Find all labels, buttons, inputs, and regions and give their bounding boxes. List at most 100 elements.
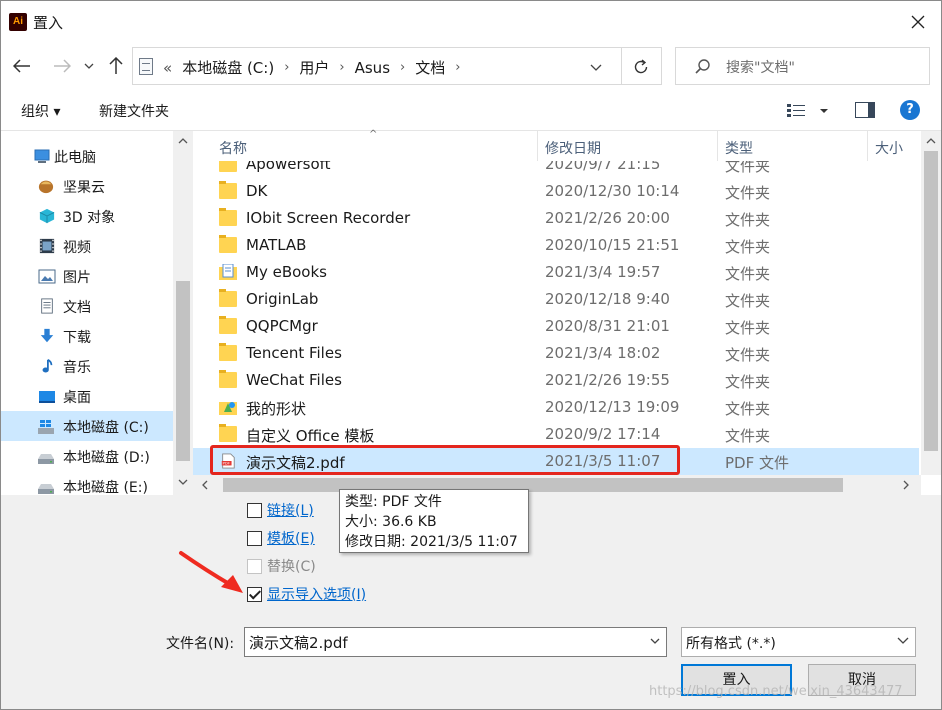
- file-list-horizontal-scrollbar[interactable]: [193, 475, 921, 495]
- nav-item-downloads[interactable]: 下载: [1, 321, 173, 351]
- nav-item-desktop[interactable]: 桌面: [1, 381, 173, 411]
- show-import-options[interactable]: 显示导入选项(I): [247, 585, 366, 603]
- chevron-right-icon[interactable]: ›: [284, 60, 289, 75]
- file-list-vertical-scrollbar[interactable]: [921, 131, 941, 475]
- search-input[interactable]: 搜索"文档": [726, 57, 795, 77]
- folder-icon: [219, 370, 237, 388]
- recent-locations-button[interactable]: [81, 55, 97, 77]
- link-checkbox[interactable]: [247, 502, 262, 518]
- folder-icon: [219, 289, 237, 307]
- folder-icon: [219, 316, 237, 334]
- arrow-up-icon: [109, 57, 123, 74]
- file-type: 文件夹: [725, 211, 771, 229]
- breadcrumb-item[interactable]: 用户: [299, 57, 329, 78]
- column-header-size[interactable]: 大小: [875, 138, 903, 158]
- table-row[interactable]: My eBooks 2021/3/4 19:57 文件夹: [193, 259, 919, 286]
- link-label[interactable]: 链接(L): [267, 500, 314, 520]
- column-divider[interactable]: [867, 131, 868, 161]
- horizontal-scrollbar-thumb[interactable]: [223, 478, 843, 492]
- help-button[interactable]: ?: [900, 100, 920, 120]
- address-bar[interactable]: « 本地磁盘 (C:) › 用户 › Asus › 文档 ›: [132, 47, 662, 85]
- table-row[interactable]: MATLAB 2020/10/15 21:51 文件夹: [193, 232, 919, 259]
- nav-label: 文档: [63, 300, 91, 316]
- back-button[interactable]: [11, 55, 33, 77]
- nav-item-documents[interactable]: 文档: [1, 291, 173, 321]
- nav-label: 坚果云: [63, 180, 105, 196]
- show-import-options-label[interactable]: 显示导入选项(I): [267, 584, 366, 604]
- refresh-button[interactable]: [629, 55, 653, 79]
- refresh-icon: [634, 59, 648, 74]
- nav-item-drive-e[interactable]: 本地磁盘 (E:): [1, 471, 173, 495]
- breadcrumb-item[interactable]: Asus: [355, 59, 390, 77]
- chevron-right-icon: [903, 480, 909, 490]
- file-type: 文件夹: [725, 238, 771, 256]
- nav-item-videos[interactable]: 视频: [1, 231, 173, 261]
- close-button[interactable]: [895, 1, 941, 43]
- table-row[interactable]: Apowersoft 2020/9/7 21:15 文件夹: [193, 161, 919, 178]
- template-option[interactable]: 模板(E): [247, 529, 315, 547]
- chevron-up-icon: [178, 138, 188, 144]
- nav-scrollbar[interactable]: [173, 131, 193, 495]
- forward-button[interactable]: [51, 55, 73, 77]
- nav-item-this-pc[interactable]: 此电脑: [1, 141, 173, 171]
- chevron-down-icon[interactable]: [648, 634, 662, 648]
- column-divider[interactable]: [537, 131, 538, 161]
- template-label[interactable]: 模板(E): [267, 528, 315, 548]
- filename-input[interactable]: 演示文稿2.pdf: [244, 627, 667, 657]
- close-icon: [911, 15, 925, 29]
- chevron-up-icon: [926, 138, 936, 144]
- column-divider[interactable]: [717, 131, 718, 161]
- column-header-type[interactable]: 类型: [725, 138, 753, 158]
- breadcrumb-overflow[interactable]: «: [163, 59, 172, 77]
- music-icon: [42, 358, 53, 373]
- ebooks-folder-icon: [219, 264, 237, 280]
- nav-item-music[interactable]: 音乐: [1, 351, 173, 381]
- chevron-right-icon[interactable]: ›: [455, 60, 460, 75]
- up-button[interactable]: [105, 55, 127, 77]
- chevron-right-icon[interactable]: ›: [339, 60, 344, 75]
- file-date: 2020/9/7 21:15: [545, 161, 661, 173]
- table-row[interactable]: 我的形状 2020/12/13 19:09 文件夹: [193, 394, 919, 421]
- preview-pane-button[interactable]: [855, 102, 875, 118]
- column-header-name[interactable]: 名称: [219, 138, 247, 158]
- nav-item-pictures[interactable]: 图片: [1, 261, 173, 291]
- change-view-button[interactable]: [787, 102, 831, 120]
- table-row[interactable]: Tencent Files 2021/3/4 18:02 文件夹: [193, 340, 919, 367]
- template-checkbox[interactable]: [247, 530, 262, 546]
- command-bar: 组织 ▾ 新建文件夹 ?: [1, 89, 941, 131]
- file-name: 自定义 Office 模板: [246, 427, 375, 445]
- file-type-select[interactable]: 所有格式 (*.*): [681, 627, 916, 657]
- nav-item-3d-objects[interactable]: 3D 对象: [1, 201, 173, 231]
- vertical-scrollbar-thumb[interactable]: [924, 151, 938, 451]
- nav-item-drive-d[interactable]: 本地磁盘 (D:): [1, 441, 173, 471]
- breadcrumb-item[interactable]: 文档: [415, 57, 445, 78]
- organize-menu[interactable]: 组织 ▾: [21, 101, 60, 121]
- nav-label: 本地磁盘 (C:): [63, 420, 149, 436]
- table-row[interactable]: DK 2020/12/30 10:14 文件夹: [193, 178, 919, 205]
- replace-checkbox: [247, 558, 262, 574]
- show-import-options-checkbox[interactable]: [247, 586, 262, 602]
- breadcrumb-item[interactable]: 本地磁盘 (C:): [182, 57, 274, 78]
- title-bar: Ai 置入: [1, 1, 941, 43]
- file-name: Apowersoft: [246, 161, 331, 173]
- window-title: 置入: [33, 14, 64, 32]
- address-history-dropdown[interactable]: [585, 56, 607, 78]
- nav-label: 音乐: [63, 360, 91, 376]
- divider: [621, 48, 622, 84]
- column-header-date[interactable]: 修改日期: [545, 138, 601, 158]
- nav-item-nutcloud[interactable]: 坚果云: [1, 171, 173, 201]
- new-folder-button[interactable]: 新建文件夹: [99, 101, 169, 121]
- link-option[interactable]: 链接(L): [247, 501, 314, 519]
- table-row[interactable]: WeChat Files 2021/2/26 19:55 文件夹: [193, 367, 919, 394]
- search-box[interactable]: 搜索"文档": [675, 47, 930, 85]
- chevron-right-icon[interactable]: ›: [400, 60, 405, 75]
- table-row[interactable]: 自定义 Office 模板 2020/9/2 17:14 文件夹: [193, 421, 919, 448]
- table-row[interactable]: OriginLab 2020/12/18 9:40 文件夹: [193, 286, 919, 313]
- folder-icon: [219, 208, 237, 226]
- table-row[interactable]: IObit Screen Recorder 2021/2/26 20:00 文件…: [193, 205, 919, 232]
- drive-icon: [38, 484, 54, 494]
- nav-item-drive-c[interactable]: 本地磁盘 (C:): [1, 411, 173, 441]
- table-row[interactable]: QQPCMgr 2020/8/31 21:01 文件夹: [193, 313, 919, 340]
- nav-scrollbar-thumb[interactable]: [176, 281, 190, 461]
- address-row: « 本地磁盘 (C:) › 用户 › Asus › 文档 › 搜索"文档": [1, 43, 941, 89]
